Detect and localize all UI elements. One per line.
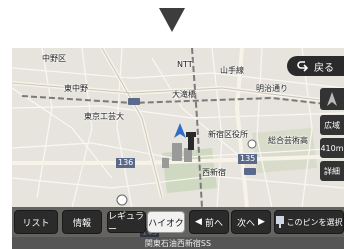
scroll-down-indicator-icon	[159, 8, 185, 32]
zoom-in-label: 詳細	[324, 166, 340, 176]
triangle-left-icon: ◀	[195, 217, 202, 227]
next-button[interactable]: 次へ ▶	[231, 210, 271, 234]
high-octane-fuel-tab[interactable]: ハイオク	[147, 211, 185, 233]
map-label: 山手線	[220, 66, 244, 75]
select-pin-label: このピンを選択	[286, 217, 343, 227]
high-octane-label: ハイオク	[148, 218, 184, 229]
list-button-label: リスト	[22, 218, 50, 229]
info-button-label: 情報	[72, 218, 91, 229]
station-icon	[128, 98, 140, 105]
north-up-button[interactable]	[320, 88, 344, 110]
navigation-map-screen[interactable]: 中野区 NTT 山手線 東中野 明治通り 大滝橋 東京工芸大 新宿区役所 総合芸…	[12, 48, 344, 249]
u-turn-arrow-icon	[297, 61, 309, 72]
triangle-right-icon: ▶	[258, 217, 265, 227]
selected-location-name: 関東石油西新宿SS	[12, 237, 344, 249]
prev-button-label: 前へ	[204, 218, 223, 229]
map-label: NTT	[177, 60, 193, 69]
next-button-label: 次へ	[237, 218, 256, 229]
zoom-in-button[interactable]: 詳細	[320, 161, 344, 181]
footer-text: 関東石油西新宿SS	[144, 238, 212, 248]
route-marker: 136	[116, 158, 136, 168]
scale-distance: 410m	[320, 143, 344, 153]
map-label: 明治通り	[256, 84, 288, 93]
prev-button[interactable]: ◀ 前へ	[189, 210, 229, 234]
map-scale-indicator: 410m	[320, 138, 344, 158]
list-button[interactable]: リスト	[14, 210, 58, 234]
info-button[interactable]: 情報	[62, 210, 102, 234]
building-icon	[172, 143, 182, 161]
route-marker: 135	[238, 154, 258, 164]
regular-fuel-label: レギュラー	[108, 212, 145, 235]
select-pin-button[interactable]: このピンを選択	[274, 210, 344, 234]
map-label: 新宿区役所	[208, 130, 248, 139]
zoom-out-label: 広域	[324, 120, 340, 130]
map-label: 総合芸術高	[268, 136, 308, 145]
map-label: 大滝橋	[172, 90, 196, 99]
north-arrow-icon	[327, 92, 337, 106]
map-label: 東京工芸大	[84, 112, 124, 121]
station-icon	[244, 168, 256, 175]
map-label: 中野区	[42, 54, 66, 63]
map-label: 東中野	[64, 84, 88, 93]
back-button-label: 戻る	[314, 62, 334, 74]
pin-icon	[275, 216, 284, 228]
zoom-out-button[interactable]: 広域	[320, 115, 344, 135]
back-button[interactable]: 戻る	[287, 56, 344, 76]
map-label: 西新宿	[202, 168, 226, 177]
regular-fuel-tab[interactable]: レギュラー	[107, 211, 146, 235]
